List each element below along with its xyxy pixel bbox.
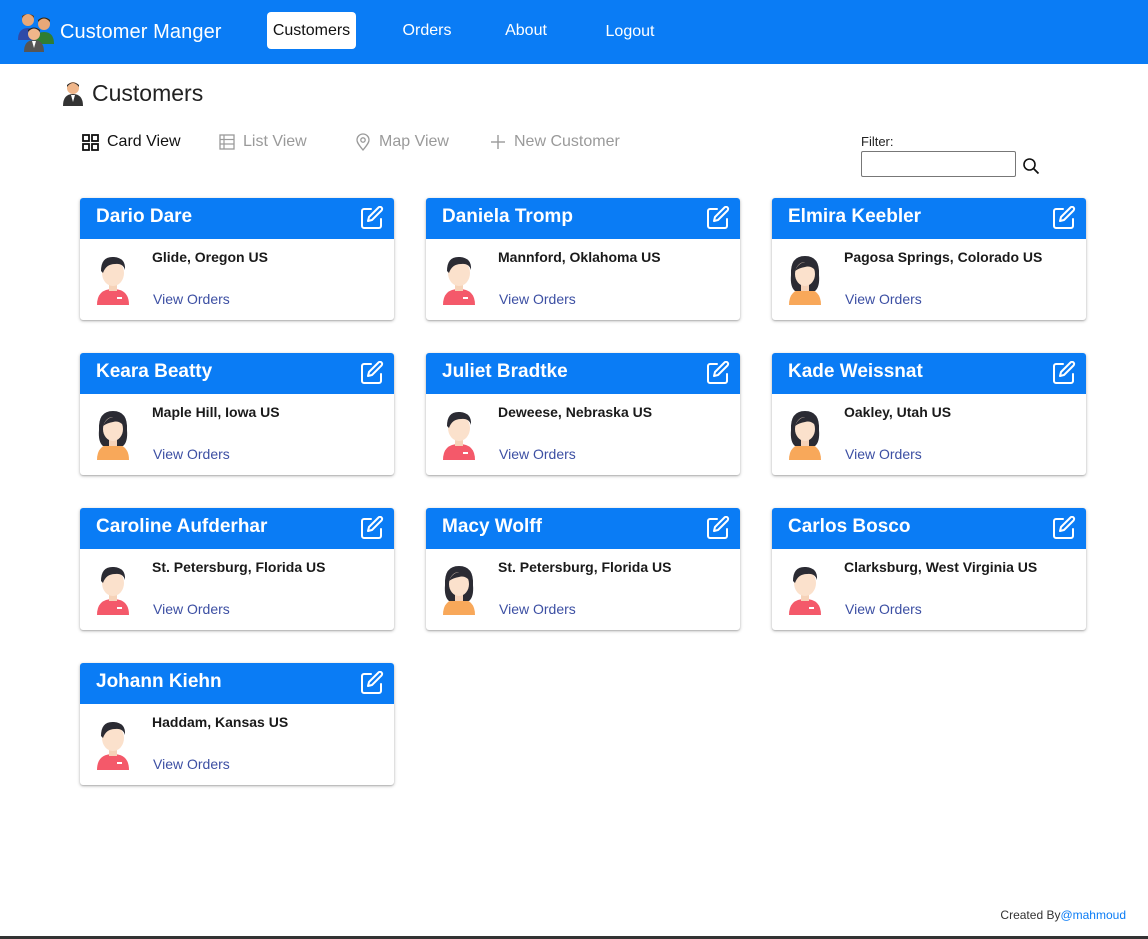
customer-card: Macy Wolff St. Petersburg, Florida US View… — [426, 508, 740, 630]
card-header: Dario Dare — [80, 198, 394, 239]
customer-card: Kade Weissnat Oakley, Utah US View Orders — [772, 353, 1086, 475]
customer-location: Mannford, Oklahoma US — [498, 249, 661, 265]
customer-name: Johann Kiehn — [96, 671, 222, 692]
edit-icon[interactable] — [706, 206, 730, 230]
customer-card: Daniela Tromp Mannford, Oklahoma US View O… — [426, 198, 740, 320]
customer-location: Glide, Oregon US — [152, 249, 268, 265]
footer-text: Created By — [1000, 908, 1061, 922]
customer-name: Dario Dare — [96, 206, 193, 227]
male-avatar-icon — [97, 256, 129, 305]
customer-name: Daniela Tromp — [442, 206, 573, 227]
nav-about[interactable]: About — [497, 12, 555, 49]
edit-icon[interactable] — [360, 671, 384, 695]
customer-card: Caroline Aufderhar St. Petersburg, Florid… — [80, 508, 394, 630]
new-customer-label: New Customer — [514, 133, 620, 150]
view-orders-link[interactable]: View Orders — [845, 291, 922, 307]
footer: Created By@mahmoud — [1000, 908, 1126, 922]
male-avatar-icon — [789, 566, 821, 615]
card-header: Daniela Tromp — [426, 198, 740, 239]
list-icon — [219, 134, 235, 150]
top-navbar: Customer Manger Customers Orders About L… — [0, 0, 1148, 64]
female-avatar-icon — [789, 256, 821, 305]
male-avatar-icon — [443, 256, 475, 305]
male-avatar-icon — [443, 411, 475, 460]
customer-card: Carlos Bosco Clarksburg, West Virginia US… — [772, 508, 1086, 630]
female-avatar-icon — [789, 411, 821, 460]
search-icon[interactable] — [1022, 157, 1040, 175]
customer-location: Haddam, Kansas US — [152, 714, 289, 730]
author-link[interactable]: @mahmoud — [1060, 908, 1126, 922]
card-view-button[interactable]: Card View — [82, 130, 181, 154]
card-header: Juliet Bradtke — [426, 353, 740, 394]
list-view-button[interactable]: List View — [219, 130, 307, 154]
filter-label: Filter: — [861, 134, 894, 149]
map-view-button[interactable]: Map View — [355, 130, 449, 154]
map-pin-icon — [356, 133, 370, 151]
customer-card: Dario Dare Glide, Oregon US View Orders — [80, 198, 394, 320]
customer-location: St. Petersburg, Florida US — [498, 559, 672, 575]
customer-name: Carlos Bosco — [788, 516, 911, 537]
view-orders-link[interactable]: View Orders — [153, 291, 230, 307]
view-orders-link[interactable]: View Orders — [845, 446, 922, 462]
edit-icon[interactable] — [706, 361, 730, 385]
customer-location: St. Petersburg, Florida US — [152, 559, 326, 575]
customer-card: Juliet Bradtke Deweese, Nebraska US View O… — [426, 353, 740, 475]
customer-name: Keara Beatty — [96, 361, 213, 382]
card-header: Elmira Keebler — [772, 198, 1086, 239]
list-view-label: List View — [243, 133, 307, 150]
card-header: Caroline Aufderhar — [80, 508, 394, 549]
male-avatar-icon — [97, 566, 129, 615]
edit-icon[interactable] — [1052, 361, 1076, 385]
nav-logout[interactable]: Logout — [600, 13, 660, 50]
edit-icon[interactable] — [360, 361, 384, 385]
customer-card: Elmira Keebler Pagosa Springs, Colorado U… — [772, 198, 1086, 320]
female-avatar-icon — [443, 566, 475, 615]
customer-name: Macy Wolff — [442, 516, 542, 537]
male-avatar-icon — [97, 721, 129, 770]
card-header: Carlos Bosco — [772, 508, 1086, 549]
view-orders-link[interactable]: View Orders — [153, 756, 230, 772]
edit-icon[interactable] — [360, 206, 384, 230]
page-title: Customers — [92, 79, 204, 106]
card-view-label: Card View — [107, 133, 181, 150]
grid-icon — [82, 133, 99, 151]
customer-location: Oakley, Utah US — [844, 404, 952, 420]
card-header: Kade Weissnat — [772, 353, 1086, 394]
customer-card: Johann Kiehn Haddam, Kansas US View Orders — [80, 663, 394, 785]
card-header: Keara Beatty — [80, 353, 394, 394]
edit-icon[interactable] — [360, 516, 384, 540]
view-orders-link[interactable]: View Orders — [499, 291, 576, 307]
customer-name: Elmira Keebler — [788, 206, 922, 227]
nav-orders[interactable]: Orders — [396, 12, 458, 49]
plus-icon — [491, 135, 505, 149]
new-customer-button[interactable]: New Customer — [490, 130, 620, 154]
customer-location: Maple Hill, Iowa US — [152, 404, 280, 420]
card-header: Johann Kiehn — [80, 663, 394, 704]
edit-icon[interactable] — [1052, 206, 1076, 230]
customer-name: Kade Weissnat — [788, 361, 923, 382]
female-avatar-icon — [97, 411, 129, 460]
customer-name: Juliet Bradtke — [442, 361, 568, 382]
customer-name: Caroline Aufderhar — [96, 516, 268, 537]
page-header: Customers — [62, 78, 203, 108]
edit-icon[interactable] — [706, 516, 730, 540]
map-view-label: Map View — [379, 133, 449, 150]
people-logo-icon — [18, 14, 54, 52]
view-orders-link[interactable]: View Orders — [845, 601, 922, 617]
nav-customers[interactable]: Customers — [267, 12, 356, 49]
view-orders-link[interactable]: View Orders — [153, 601, 230, 617]
edit-icon[interactable] — [1052, 516, 1076, 540]
view-orders-link[interactable]: View Orders — [499, 446, 576, 462]
customer-location: Clarksburg, West Virginia US — [844, 559, 1038, 575]
brand[interactable]: Customer Manger — [14, 10, 222, 54]
card-header: Macy Wolff — [426, 508, 740, 549]
customer-location: Pagosa Springs, Colorado US — [844, 249, 1043, 265]
view-orders-link[interactable]: View Orders — [499, 601, 576, 617]
person-icon — [63, 82, 83, 106]
filter-input[interactable] — [861, 151, 1016, 177]
customer-card: Keara Beatty Maple Hill, Iowa US View Orde… — [80, 353, 394, 475]
brand-title: Customer Manger — [60, 20, 222, 43]
customer-location: Deweese, Nebraska US — [498, 404, 653, 420]
view-orders-link[interactable]: View Orders — [153, 446, 230, 462]
